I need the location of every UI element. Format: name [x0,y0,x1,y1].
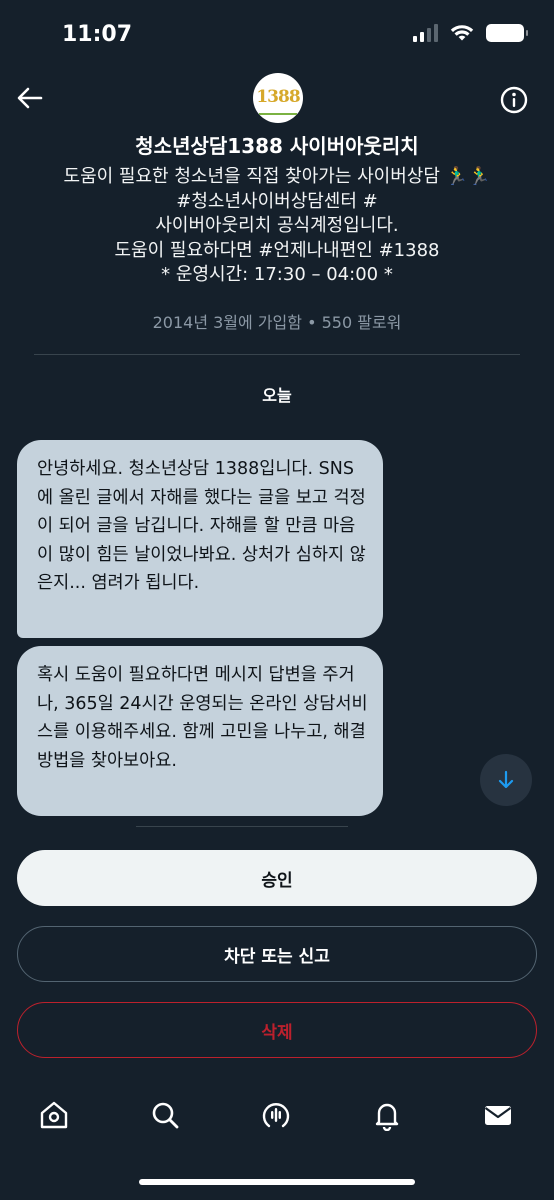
divider [136,826,348,827]
accept-button[interactable]: 승인 [17,850,537,906]
messages-icon [484,1106,512,1125]
tab-search[interactable] [135,1085,195,1145]
scroll-to-bottom-button[interactable] [480,754,532,806]
cellular-signal-icon [413,24,438,42]
back-arrow-icon [17,87,43,109]
profile-avatar[interactable]: 1388 [253,73,303,123]
date-label: 오늘 [262,386,292,405]
spaces-icon [262,1103,290,1128]
bio-line: * 운영시간: 17:30 – 04:00 * [161,264,393,285]
avatar-logo-text: 1388 [256,87,300,107]
info-icon [500,86,528,114]
search-icon [152,1102,179,1129]
message-bubble[interactable]: 안녕하세요. 청소년상담 1388입니다. SNS에 올린 글에서 자해를 했다… [17,440,383,638]
notifications-icon [375,1103,399,1131]
battery-icon [486,24,528,42]
tab-spaces[interactable] [246,1085,306,1145]
bio-line: 도움이 필요한 청소년을 직접 찾아가는 사이버상담 🏃‍♂️🏃‍♂️ [63,166,491,187]
tab-messages[interactable] [468,1085,528,1145]
status-bar: 11:07 [0,0,554,70]
block-or-report-button[interactable]: 차단 또는 신고 [17,926,537,982]
status-icons [413,24,528,42]
tab-notifications[interactable] [357,1085,417,1145]
joined-followers: 2014년 3월에 가입함 • 550 팔로워 [152,313,402,332]
back-button[interactable] [14,82,46,114]
home-indicator [139,1179,415,1185]
wifi-icon [450,25,474,41]
home-icon [40,1101,68,1129]
status-time: 11:07 [62,22,133,47]
avatar-logo-bar [259,113,297,115]
info-button[interactable] [498,84,530,116]
tab-home[interactable] [24,1085,84,1145]
delete-button[interactable]: 삭제 [17,1002,537,1058]
arrow-down-icon [498,770,514,789]
bio-line: #청소년사이버상담센터 # [176,190,378,212]
profile-name[interactable]: 청소년상담1388 사이버아웃리치 [0,130,554,159]
divider [34,354,520,355]
message-bubble[interactable]: 혹시 도움이 필요하다면 메시지 답변을 주거나, 365일 24시간 운영되는… [17,646,383,816]
bio-line: 도움이 필요하다면 #언제나내편인 #1388 [114,239,440,261]
bio-line: 사이버아웃리치 공식계정입니다. [155,215,399,236]
bottom-tab-bar [0,1085,554,1155]
profile-bio: 도움이 필요한 청소년을 직접 찾아가는 사이버상담 🏃‍♂️🏃‍♂️ #청소년… [0,165,554,288]
